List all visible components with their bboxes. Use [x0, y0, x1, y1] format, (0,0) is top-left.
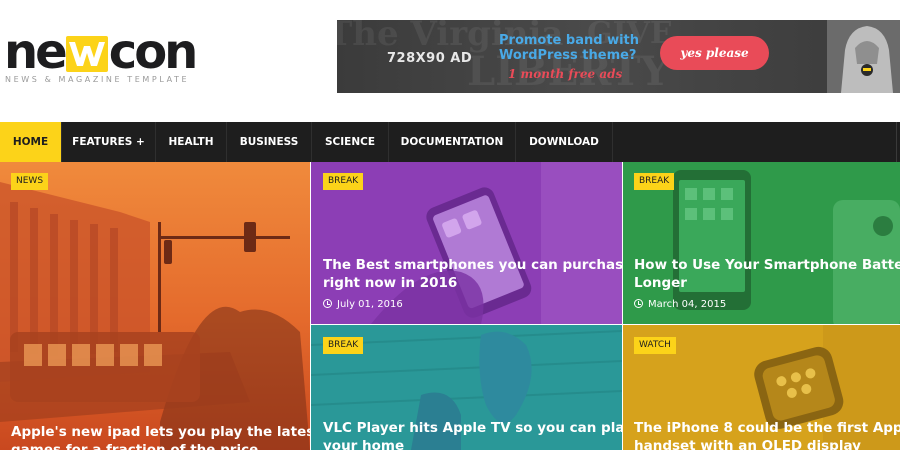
post-title[interactable]: The iPhone 8 could be the first Apple ha… [634, 419, 900, 450]
clock-icon [323, 299, 332, 308]
logo-suffix: con [108, 24, 199, 80]
ad-cta-button[interactable]: yes please [660, 36, 769, 70]
ad-banner[interactable]: The Virginia LIBERTY GIVE 728X90 AD Prom… [337, 20, 900, 93]
post-title-line: The Best smartphones you can purchase [323, 257, 622, 273]
nav-item-label: HOME [12, 136, 49, 148]
featured-post-large[interactable]: NEWS Apple's new ipad lets you play the … [0, 162, 310, 450]
ad-size-label: 728X90 AD [387, 51, 473, 66]
post-title-line: your home [323, 438, 405, 450]
post-title-line: Apple's new ipad lets you play the lates… [11, 424, 310, 440]
post-title[interactable]: The Best smartphones you can purchase ri… [323, 256, 622, 292]
post-title-line: VLC Player hits Apple TV so you can play [323, 420, 622, 436]
clock-icon [634, 299, 643, 308]
nav-divider [896, 122, 897, 162]
plus-icon: + [136, 136, 145, 148]
post-title-line: Longer [634, 275, 687, 291]
post-title-line: handset with an OLED display [634, 438, 861, 450]
featured-post[interactable]: BREAK How to Use Your Smartphone Battery… [623, 162, 900, 324]
nav-item-home[interactable]: HOME [0, 122, 62, 162]
post-title[interactable]: How to Use Your Smartphone Battery Las L… [634, 256, 900, 292]
post-date-text: July 01, 2016 [337, 299, 403, 310]
post-date: March 04, 2015 [634, 299, 726, 310]
ad-offer-text: 1 month free ads [508, 67, 623, 81]
nav-item-business[interactable]: BUSINESS [227, 122, 312, 162]
category-badge[interactable]: BREAK [323, 173, 364, 190]
post-title-line: How to Use Your Smartphone Battery Las [634, 257, 900, 273]
post-title[interactable]: Apple's new ipad lets you play the lates… [11, 423, 310, 450]
ad-promo-text: Promote band with WordPress theme? [499, 33, 639, 63]
nav-item-label: DOCUMENTATION [400, 136, 504, 148]
nav-item-label: BUSINESS [239, 136, 299, 148]
post-title-line: games for a fraction of the price [11, 442, 259, 450]
ad-promo-line1: Promote band with [499, 33, 640, 48]
site-logo[interactable]: ne con NEWS & MAGAZINE TEMPLATE [4, 22, 224, 92]
category-badge[interactable]: WATCH [634, 337, 676, 354]
w-mark-icon [65, 32, 108, 74]
nav-item-label: SCIENCE [324, 136, 375, 148]
logo-wordmark: ne con [4, 28, 198, 76]
post-date: July 01, 2016 [323, 299, 403, 310]
featured-post[interactable]: BREAK The Best smartphones you can purch… [311, 162, 622, 324]
category-badge[interactable]: BREAK [634, 173, 675, 190]
nav-item-download[interactable]: DOWNLOAD [516, 122, 613, 162]
logo-prefix: ne [4, 24, 68, 80]
logo-tagline: NEWS & MAGAZINE TEMPLATE [5, 75, 190, 84]
nav-item-label: HEALTH [168, 136, 214, 148]
post-date-text: March 04, 2015 [648, 299, 727, 310]
category-badge[interactable]: NEWS [11, 173, 49, 190]
nav-item-features[interactable]: FEATURES + [62, 122, 156, 162]
featured-post[interactable]: BREAK VLC Player hits Apple TV so you ca… [311, 325, 622, 450]
city-street-image [0, 162, 310, 450]
ad-promo-line2: WordPress theme? [499, 48, 637, 63]
post-title-line: The iPhone 8 could be the first Apple [634, 420, 900, 436]
main-navigation: HOME FEATURES + HEALTH BUSINESS SCIENCE … [0, 122, 900, 162]
nav-item-science[interactable]: SCIENCE [312, 122, 389, 162]
nav-item-documentation[interactable]: DOCUMENTATION [389, 122, 516, 162]
nav-item-label: DOWNLOAD [529, 136, 599, 148]
featured-post[interactable]: WATCH The iPhone 8 could be the first Ap… [623, 325, 900, 450]
post-title[interactable]: VLC Player hits Apple TV so you can play… [323, 419, 622, 450]
post-title-line: right now in 2016 [323, 275, 458, 291]
category-badge[interactable]: BREAK [323, 337, 364, 354]
hoodie-image [827, 20, 900, 93]
nav-item-health[interactable]: HEALTH [156, 122, 227, 162]
nav-item-label: FEATURES [72, 136, 133, 148]
